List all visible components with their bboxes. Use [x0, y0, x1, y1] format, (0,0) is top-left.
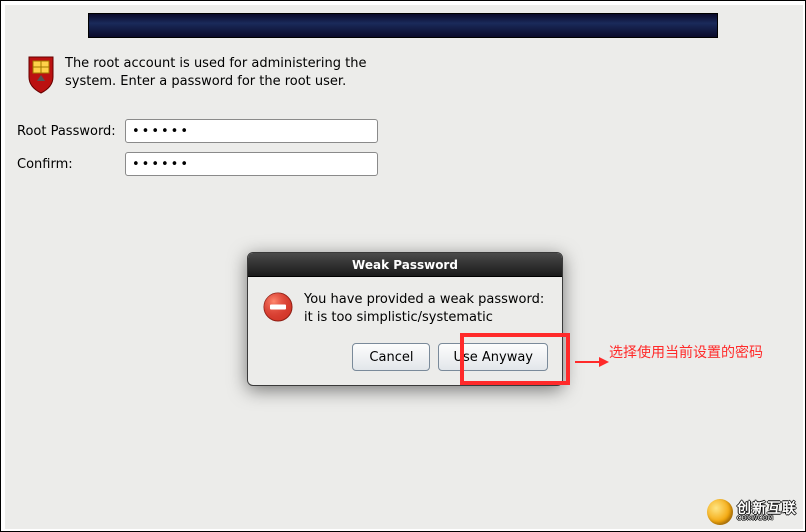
root-password-label: Root Password: [17, 124, 125, 139]
root-password-input[interactable] [125, 119, 378, 143]
info-text: The root account is used for administeri… [65, 55, 395, 90]
watermark-logo-icon [707, 499, 733, 525]
dialog-button-row: Cancel Use Anyway [248, 337, 562, 385]
dialog-title: Weak Password [248, 253, 562, 277]
info-row: The root account is used for administeri… [25, 55, 395, 95]
annotation-text: 选择使用当前设置的密码 [609, 342, 763, 362]
arrow-icon [573, 355, 609, 369]
cancel-button[interactable]: Cancel [352, 343, 430, 371]
watermark-text: 创新互联 CDXWCOM [737, 502, 797, 522]
error-icon [262, 291, 294, 323]
shield-icon [25, 55, 57, 95]
installer-window: The root account is used for administeri… [5, 5, 803, 529]
weak-password-dialog: Weak Password You have provided a weak p… [247, 252, 563, 386]
use-anyway-button[interactable]: Use Anyway [438, 343, 548, 371]
top-banner [88, 13, 718, 38]
confirm-input[interactable] [125, 152, 378, 176]
root-password-row: Root Password: [17, 119, 378, 143]
confirm-row: Confirm: [17, 152, 378, 176]
watermark: 创新互联 CDXWCOM [707, 499, 797, 525]
confirm-label: Confirm: [17, 157, 125, 172]
dialog-body: You have provided a weak password: it is… [248, 277, 562, 337]
dialog-message: You have provided a weak password: it is… [304, 291, 548, 327]
